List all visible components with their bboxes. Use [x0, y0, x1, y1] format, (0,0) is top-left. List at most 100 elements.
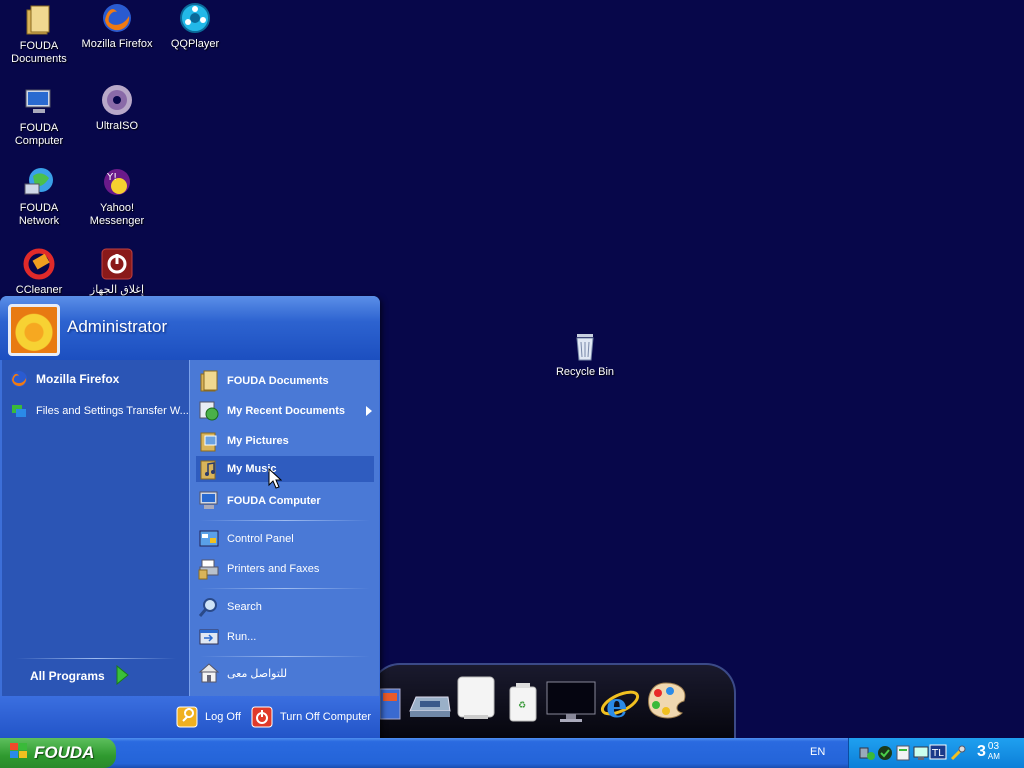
places-my-recent-documents[interactable]: My Recent Documents	[198, 398, 374, 424]
power-icon	[101, 248, 133, 280]
start-button[interactable]: FOUDA	[0, 738, 116, 768]
monitor-tray-icon[interactable]: TL	[929, 743, 947, 764]
desktop-icon-ultraiso[interactable]: UltraISO	[78, 84, 156, 133]
desktop-icon-shutdown[interactable]: إغلاق الجهاز	[78, 248, 156, 297]
network-tray-icon[interactable]	[859, 745, 875, 764]
desktop-icon-label: FOUDA Documents	[11, 40, 67, 65]
recent-documents-icon	[198, 400, 220, 422]
svg-text:Y!: Y!	[106, 172, 117, 183]
language-indicator[interactable]: EN	[810, 746, 825, 758]
display-tray-icon[interactable]	[913, 745, 929, 764]
start-button-label: FOUDA	[34, 743, 95, 762]
places-search[interactable]: Search	[198, 594, 374, 620]
network-icon	[23, 166, 55, 198]
places-item-label: My Recent Documents	[227, 405, 345, 417]
places-item-label: Run...	[227, 631, 257, 643]
desktop-icon-label: UltraISO	[95, 120, 139, 132]
pinned-files-settings-transfer[interactable]: Files and Settings Transfer W...	[10, 400, 189, 422]
separator	[16, 658, 176, 659]
desktop-icon-label: FOUDA Computer	[14, 122, 64, 147]
places-item-label: My Pictures	[227, 435, 289, 447]
transfer-wizard-icon	[10, 402, 28, 420]
desktop-icon-recycle-bin[interactable]: Recycle Bin	[546, 330, 624, 379]
pinned-item-label: Files and Settings Transfer W...	[36, 405, 189, 417]
qqplayer-icon	[179, 2, 211, 34]
firefox-icon	[10, 370, 28, 388]
system-tray: TL 3 03 AM	[848, 738, 1024, 768]
computer-icon	[198, 490, 220, 512]
places-my-pictures[interactable]: My Pictures	[198, 428, 374, 454]
places-fouda-computer[interactable]: FOUDA Computer	[198, 488, 374, 514]
computer-icon	[23, 86, 55, 118]
taskbar: FOUDA EN TL 3 03 AM	[0, 738, 1024, 768]
start-menu: Administrator Mozilla Firefox Files and …	[0, 296, 380, 740]
user-avatar[interactable]	[8, 304, 60, 356]
power-icon	[251, 706, 273, 728]
tools-tray-icon[interactable]	[949, 744, 967, 765]
submenu-arrow-icon	[366, 406, 372, 419]
svg-text:TL: TL	[931, 748, 944, 759]
pictures-folder-icon	[198, 430, 220, 452]
printer-icon	[198, 558, 220, 580]
yahoo-icon: Y!	[101, 166, 133, 198]
mouse-cursor-icon	[268, 467, 283, 493]
pinned-item-label: Mozilla Firefox	[36, 372, 120, 386]
desktop-icon-label: QQPlayer	[170, 38, 220, 50]
places-item-label: FOUDA Documents	[227, 375, 329, 387]
desktop-icon-label: Yahoo! Messenger	[89, 202, 145, 227]
places-item-label: للتواصل معى	[227, 667, 288, 680]
arrow-right-icon	[115, 664, 129, 688]
gallery-icon[interactable]	[378, 687, 402, 724]
disc-icon	[101, 84, 133, 116]
places-run[interactable]: Run...	[198, 624, 374, 650]
clock-minutes: 03	[987, 741, 1000, 752]
paint-palette-icon[interactable]	[644, 681, 688, 726]
svg-text:♻: ♻	[518, 701, 526, 711]
pinned-mozilla-firefox[interactable]: Mozilla Firefox	[10, 368, 186, 390]
clock[interactable]: 3 03 AM	[977, 742, 1000, 762]
desktop-icon-mozilla-firefox[interactable]: Mozilla Firefox	[78, 2, 156, 51]
desktop-icon-fouda-computer[interactable]: FOUDA Computer	[0, 86, 78, 148]
run-icon	[198, 626, 220, 648]
log-off-button[interactable]: Log Off	[176, 706, 241, 728]
desktop-icon-fouda-network[interactable]: FOUDA Network	[0, 166, 78, 228]
places-control-panel[interactable]: Control Panel	[198, 526, 374, 552]
user-name: Administrator	[67, 317, 168, 336]
scanner-icon[interactable]	[406, 691, 452, 724]
document-tray-icon[interactable]	[895, 745, 911, 764]
separator	[200, 656, 370, 657]
folder-icon	[23, 4, 55, 36]
turn-off-computer-button[interactable]: Turn Off Computer	[251, 706, 371, 728]
monitor-icon[interactable]	[546, 681, 596, 726]
ccleaner-icon	[23, 248, 55, 280]
places-item-label: Search	[227, 601, 262, 613]
separator	[200, 588, 370, 589]
dock: ♻ e	[370, 663, 736, 741]
places-fouda-documents[interactable]: FOUDA Documents	[198, 368, 374, 394]
all-programs-button[interactable]: All Programs	[30, 664, 140, 688]
start-menu-right-pane: FOUDA Documents My Recent Documents My P…	[189, 360, 379, 696]
places-printers-and-faxes[interactable]: Printers and Faxes	[198, 556, 374, 582]
places-my-music[interactable]: My Music	[196, 456, 374, 482]
desktop-icon-fouda-documents[interactable]: FOUDA Documents	[0, 4, 78, 66]
security-tray-icon[interactable]	[877, 745, 893, 764]
start-menu-left-pane: Mozilla Firefox Files and Settings Trans…	[2, 360, 189, 696]
log-off-icon	[176, 706, 198, 728]
recycle-icon[interactable]: ♻	[508, 683, 538, 726]
turn-off-label: Turn Off Computer	[280, 711, 372, 723]
recycle-bin-icon	[569, 330, 601, 362]
internet-explorer-icon[interactable]: e	[600, 683, 640, 726]
start-menu-footer: Log Off Turn Off Computer	[0, 696, 380, 740]
desktop-icon-ccleaner[interactable]: CCleaner	[0, 248, 78, 297]
places-contact-me[interactable]: للتواصل معى	[198, 660, 374, 686]
house-icon	[198, 662, 220, 684]
control-panel-icon	[198, 528, 220, 550]
search-icon	[198, 596, 220, 618]
desktop-icon-yahoo-messenger[interactable]: Y! Yahoo! Messenger	[78, 166, 156, 228]
drive-icon[interactable]	[456, 675, 496, 726]
firefox-icon	[101, 2, 133, 34]
start-menu-header: Administrator	[0, 296, 380, 360]
clock-hour: 3	[977, 743, 986, 760]
clock-ampm: AM	[987, 752, 1000, 761]
desktop-icon-qqplayer[interactable]: QQPlayer	[156, 2, 234, 51]
